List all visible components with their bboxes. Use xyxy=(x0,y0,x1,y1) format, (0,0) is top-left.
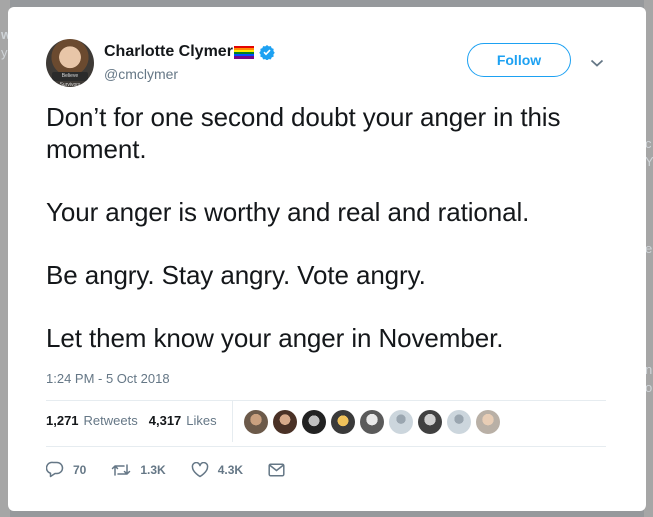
liker-avatars xyxy=(244,410,505,434)
likes-label[interactable]: Likes xyxy=(186,413,216,428)
retweet-count: 1.3K xyxy=(140,462,166,477)
liker-avatar[interactable] xyxy=(331,410,355,434)
tweet-stats: 1,271 Retweets 4,317 Likes xyxy=(46,413,228,428)
stats-separator xyxy=(232,400,233,442)
heart-icon xyxy=(191,461,208,477)
liker-avatar-default[interactable] xyxy=(389,410,413,434)
background-text-fragment: y xyxy=(1,45,8,60)
liker-avatar[interactable] xyxy=(476,410,500,434)
liker-avatar[interactable] xyxy=(360,410,384,434)
background-text-fragment: Y xyxy=(645,154,653,169)
verified-badge-icon xyxy=(259,45,275,60)
envelope-icon xyxy=(268,462,285,477)
likes-count[interactable]: 4,317 xyxy=(149,413,182,428)
tweet-timestamp[interactable]: 1:24 PM - 5 Oct 2018 xyxy=(46,371,170,386)
tweet-actions: 70 1.3K 4.3K xyxy=(46,461,319,478)
reply-button[interactable]: 70 xyxy=(46,461,86,478)
liker-avatar[interactable] xyxy=(273,410,297,434)
liker-avatar-default[interactable] xyxy=(447,410,471,434)
chevron-down-icon[interactable] xyxy=(590,58,604,68)
retweets-count[interactable]: 1,271 xyxy=(46,413,79,428)
tweet-paragraph: Don’t for one second doubt your anger in… xyxy=(46,102,561,164)
author-name[interactable]: Charlotte Clymer xyxy=(104,43,233,61)
liker-avatar[interactable] xyxy=(302,410,326,434)
retweets-label[interactable]: Retweets xyxy=(84,413,138,428)
tweet-paragraph: Your anger is worthy and real and ration… xyxy=(46,197,530,227)
tweet-text: Don’t for one second doubt your anger in… xyxy=(46,101,626,385)
avatar[interactable]: Believe Survivors xyxy=(46,39,94,87)
author-name-row: Charlotte Clymer xyxy=(104,43,275,61)
retweet-button[interactable]: 1.3K xyxy=(111,462,166,478)
reply-count: 70 xyxy=(73,462,87,477)
reply-icon xyxy=(46,461,64,478)
pride-flag-icon xyxy=(233,45,254,59)
divider xyxy=(46,400,606,401)
background-text-fragment: e xyxy=(645,241,653,256)
background-text-fragment: n xyxy=(645,362,653,377)
background-text-fragment: o xyxy=(645,380,653,395)
author-handle[interactable]: @cmclymer xyxy=(104,66,178,82)
liker-avatar[interactable] xyxy=(418,410,442,434)
direct-message-button[interactable] xyxy=(268,462,294,477)
like-button[interactable]: 4.3K xyxy=(191,461,244,478)
avatar-caption: Believe Survivors xyxy=(52,72,88,87)
like-count: 4.3K xyxy=(217,462,244,477)
retweet-icon xyxy=(112,463,131,476)
follow-button[interactable]: Follow xyxy=(467,43,571,77)
liker-avatar[interactable] xyxy=(244,410,268,434)
divider xyxy=(46,446,606,447)
tweet-paragraph: Let them know your anger in November. xyxy=(46,323,504,353)
tweet-paragraph: Be angry. Stay angry. Vote angry. xyxy=(46,260,426,290)
tweet-modal: Believe Survivors Charlotte Clymer @cmcl… xyxy=(8,7,646,511)
